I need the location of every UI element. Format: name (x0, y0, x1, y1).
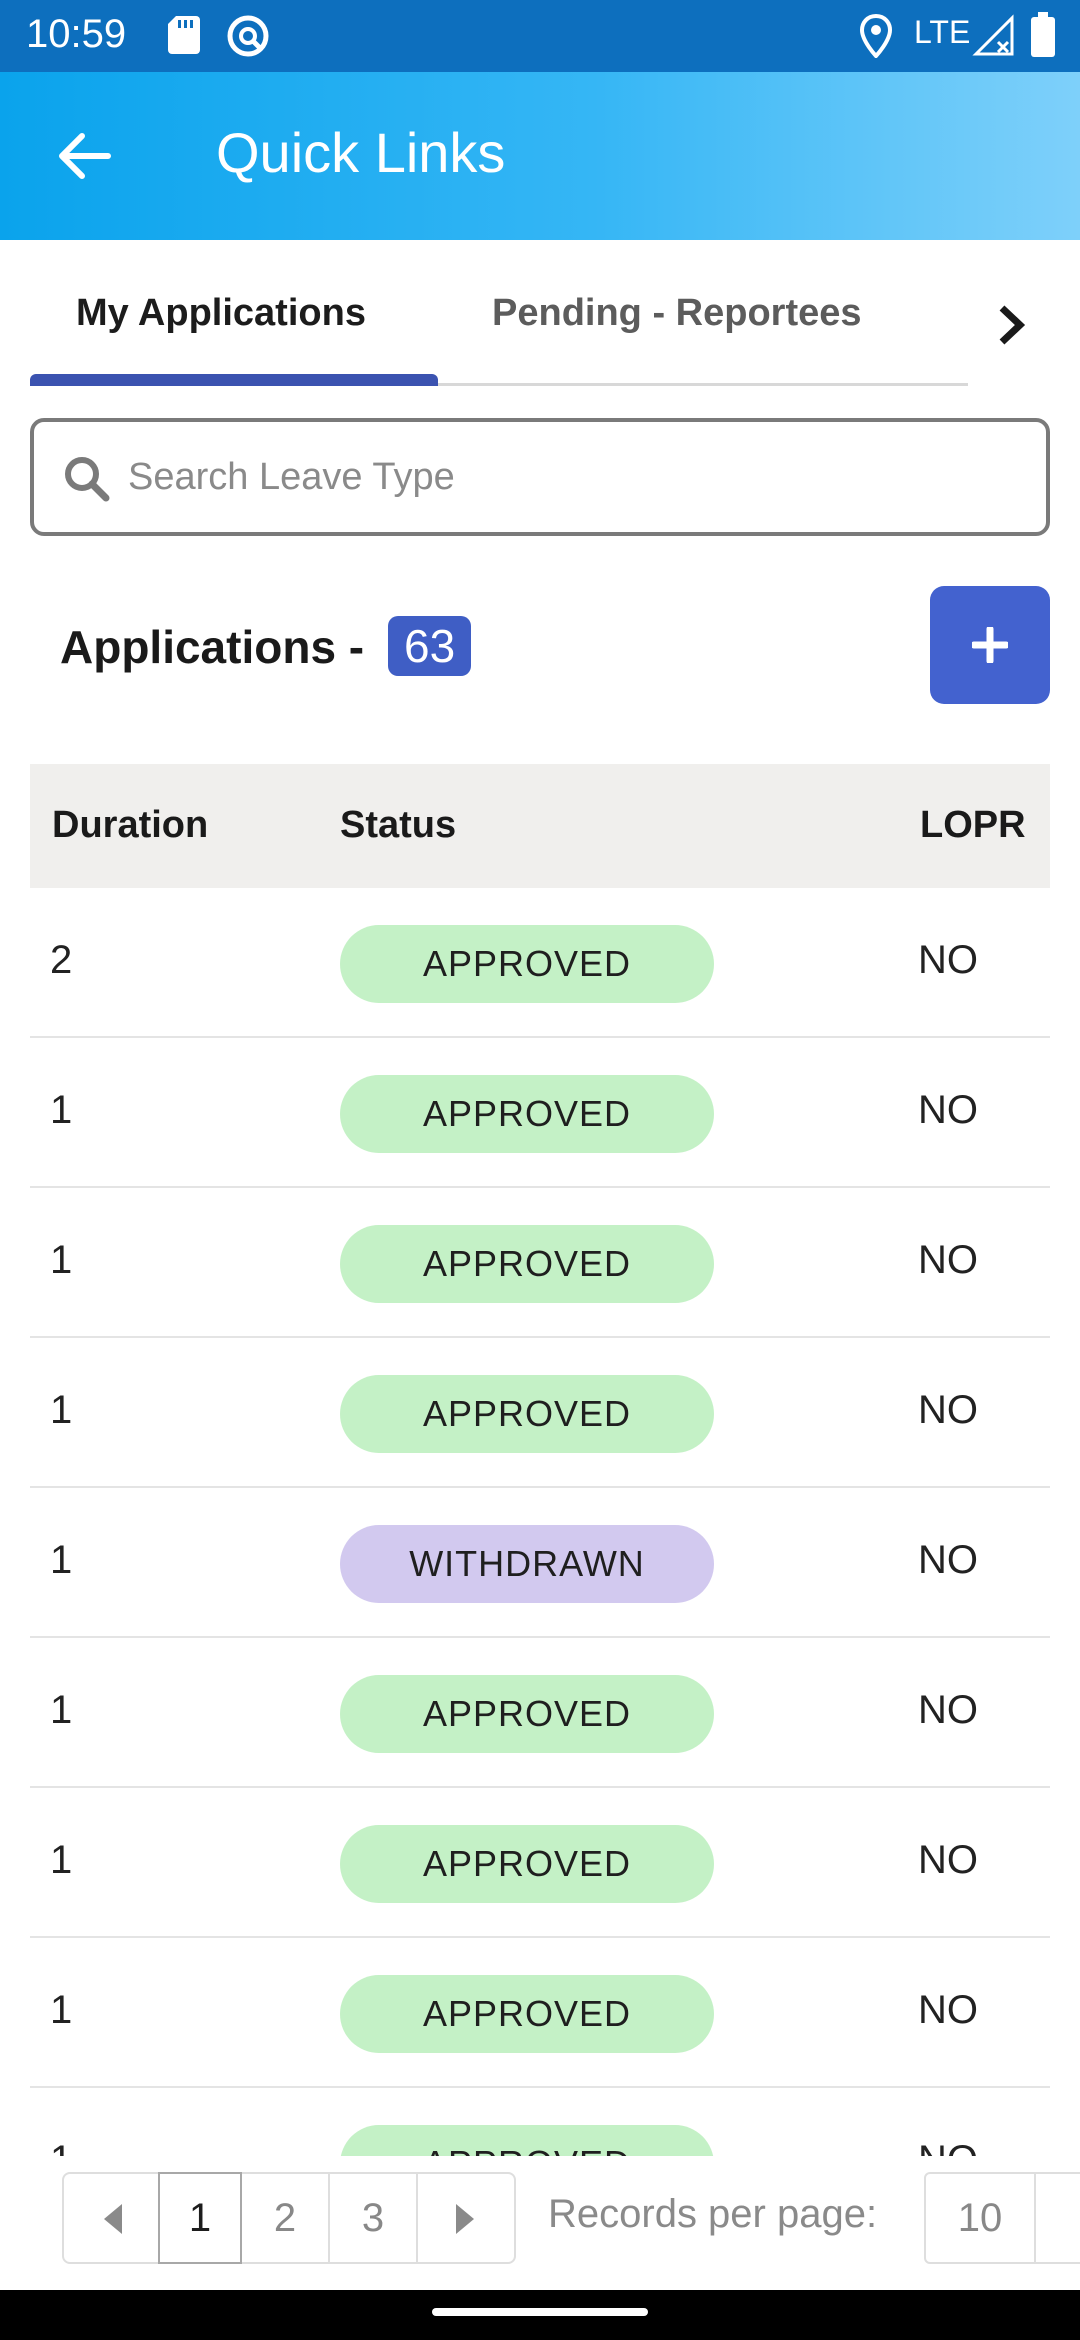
cell-lopr: NO (918, 1538, 978, 1582)
previous-page-button[interactable] (62, 2172, 160, 2264)
table-row[interactable]: 1 APPROVED NO (30, 2088, 1050, 2156)
tab-my-applications[interactable]: My Applications (76, 292, 366, 335)
active-tab-indicator (30, 374, 438, 386)
status-badge: APPROVED (340, 925, 714, 1003)
app-notification-icon (227, 15, 269, 57)
cell-duration: 2 (50, 938, 73, 982)
app-bar: Quick Links (0, 72, 1080, 240)
status-badge: APPROVED (340, 1075, 714, 1153)
cell-duration: 1 (50, 2138, 72, 2156)
page-2-button[interactable]: 2 (240, 2172, 330, 2264)
search-input[interactable] (128, 444, 1008, 510)
table-row[interactable]: 1 APPROVED NO (30, 1638, 1050, 1788)
table-row[interactable]: 1 APPROVED NO (30, 1938, 1050, 2088)
header-status: Status (340, 804, 457, 846)
network-type: LTE (914, 14, 971, 50)
status-badge: APPROVED (340, 1975, 714, 2053)
header-lopr: LOPR (920, 804, 1026, 846)
status-badge: WITHDRAWN (340, 1525, 714, 1603)
home-gesture-handle[interactable] (432, 2308, 648, 2316)
cell-duration: 1 (50, 1838, 73, 1882)
caret-left-icon (104, 2204, 122, 2234)
cell-lopr: NO (918, 1988, 978, 2032)
system-nav-bar (0, 2290, 1080, 2340)
status-badge: APPROVED (340, 1825, 714, 1903)
header-duration: Duration (52, 804, 209, 846)
add-application-button[interactable] (930, 586, 1050, 704)
cell-duration: 1 (50, 1088, 73, 1132)
cell-lopr: NO (918, 1388, 978, 1432)
cell-duration: 1 (50, 1538, 73, 1582)
search-icon (65, 457, 110, 502)
records-per-page-select[interactable]: 10 (924, 2172, 1036, 2264)
table-body: 2 APPROVED NO 1 APPROVED NO 1 APPROVED N… (30, 888, 1050, 2156)
status-badge: APPROVED (340, 1675, 714, 1753)
records-per-page-dropdown[interactable] (1034, 2172, 1080, 2264)
status-time: 10:59 (26, 12, 127, 56)
table-row[interactable]: 1 APPROVED NO (30, 1188, 1050, 1338)
table-row[interactable]: 1 APPROVED NO (30, 1338, 1050, 1488)
page-1-button[interactable]: 1 (158, 2172, 242, 2264)
table-row[interactable]: 2 APPROVED NO (30, 888, 1050, 1038)
table-row[interactable]: 1 APPROVED NO (30, 1038, 1050, 1188)
page-title: Quick Links (216, 121, 506, 184)
cell-duration: 1 (50, 1688, 73, 1732)
table-row[interactable]: 1 WITHDRAWN NO (30, 1488, 1050, 1638)
page-3-button[interactable]: 3 (328, 2172, 418, 2264)
plus-icon (972, 627, 1008, 663)
signal-icon (972, 14, 1014, 56)
caret-right-icon (456, 2204, 474, 2234)
cell-duration: 1 (50, 1988, 73, 2032)
cell-lopr: NO (918, 938, 978, 982)
cell-lopr: NO (918, 1088, 978, 1132)
status-bar: 10:59 LTE (0, 0, 1080, 72)
search-box (30, 418, 1050, 536)
pagination-bar: 1 2 3 Records per page: 10 (0, 2156, 1080, 2280)
back-arrow-icon[interactable] (50, 122, 118, 190)
sd-card-icon (168, 16, 200, 54)
applications-count-badge: 63 (388, 616, 472, 676)
status-badge: APPROVED (340, 1225, 714, 1303)
tab-pending-reportees[interactable]: Pending - Reportees (492, 292, 862, 335)
table-row[interactable]: 1 APPROVED NO (30, 1788, 1050, 1938)
table-header: Duration Status LOPR (30, 764, 1050, 888)
cell-lopr: NO (918, 1688, 978, 1732)
next-page-button[interactable] (416, 2172, 516, 2264)
cell-duration: 1 (50, 1388, 73, 1432)
applications-table: Duration Status LOPR 2 APPROVED NO 1 APP… (30, 764, 1050, 2156)
applications-label: Applications - (60, 621, 365, 673)
tab-bar: My Applications Pending - Reportees (30, 260, 968, 386)
cell-lopr: NO (918, 2138, 978, 2156)
status-badge: APPROVED (340, 1375, 714, 1453)
battery-icon (1031, 12, 1055, 57)
cell-lopr: NO (918, 1238, 978, 1282)
cell-lopr: NO (918, 1838, 978, 1882)
records-per-page-label: Records per page: (548, 2192, 878, 2236)
location-icon (860, 14, 892, 58)
status-badge: APPROVED (340, 2125, 714, 2156)
cell-duration: 1 (50, 1238, 73, 1282)
chevron-right-icon[interactable] (990, 300, 1032, 350)
